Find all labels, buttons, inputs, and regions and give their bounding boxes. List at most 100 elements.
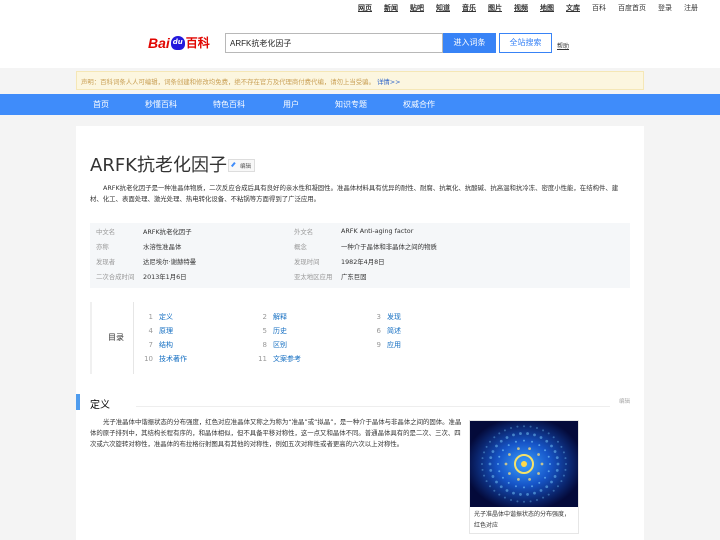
toc-number: 9: [376, 341, 381, 349]
toc-label-text: 解释: [273, 313, 287, 321]
toc-number: 3: [376, 313, 381, 321]
quasicrystal-image[interactable]: [470, 421, 578, 507]
top-link[interactable]: 地图: [540, 3, 554, 13]
toc-label-box: 目录: [92, 302, 134, 374]
section-marker: [76, 394, 80, 410]
toc-item[interactable]: 1 定义: [142, 312, 173, 322]
top-link[interactable]: 视频: [514, 3, 528, 13]
main-nav-items: 首页 秒懂百科 特色百科 用户 知识专题 权威合作: [93, 94, 463, 115]
article-card: ARFK抗老化因子 编辑 ARFK抗老化因子是一种准晶体物质，二次反应合成后具有…: [76, 126, 644, 540]
toc-number: 11: [258, 355, 267, 363]
baidu-baike-logo[interactable]: Bai 百科: [148, 34, 210, 51]
article-summary: ARFK抗老化因子是一种准晶体物质，二次反应合成后具有良好的亲水性和凝固性。准晶…: [90, 184, 619, 203]
top-link[interactable]: 注册: [684, 3, 698, 13]
info-value: 一种介于晶体和非晶体之间的物质: [341, 243, 437, 251]
toc-label-text: 发现: [387, 313, 401, 321]
search-input[interactable]: [225, 33, 443, 53]
toc-label: 目录: [108, 333, 124, 342]
info-key: 二次合成时间: [96, 273, 135, 281]
info-key: 概念: [294, 243, 307, 251]
toc-item[interactable]: 10 技术著作: [142, 354, 187, 364]
paw-icon: [170, 35, 185, 50]
top-link[interactable]: 登录: [658, 3, 672, 13]
toc-item[interactable]: 5 历史: [256, 326, 287, 336]
figure[interactable]: 光子准晶体中谐振状态的分布强度，红色对应: [469, 420, 579, 534]
section-divider: [136, 406, 610, 407]
info-key: 发现者: [96, 258, 116, 266]
info-key: 中文名: [96, 228, 116, 236]
main-nav-item[interactable]: 特色百科: [213, 94, 283, 115]
enter-entry-button[interactable]: 进入词条: [443, 33, 496, 53]
toc-number: 4: [148, 327, 153, 335]
section-edit-link[interactable]: 编辑: [619, 397, 630, 405]
main-nav-item[interactable]: 首页: [93, 94, 145, 115]
top-link[interactable]: 百科: [592, 3, 606, 13]
toc-label-text: 历史: [273, 327, 287, 335]
info-key: 亦称: [96, 243, 109, 251]
toc-number: 7: [148, 341, 153, 349]
main-nav-item[interactable]: 用户: [283, 94, 335, 115]
toc-item[interactable]: 2 解释: [256, 312, 287, 322]
info-value: 1982年4月8日: [341, 258, 385, 266]
info-value: 广东巨固: [341, 273, 367, 281]
main-nav-item[interactable]: 秒懂百科: [145, 94, 213, 115]
top-link[interactable]: 百度首页: [618, 3, 646, 13]
basic-info-box: 中文名 ARFK抗老化因子 外文名 ARFK Anti-aging factor 亦称 水…: [90, 223, 630, 288]
main-nav-item[interactable]: 权威合作: [403, 94, 463, 115]
help-link[interactable]: 帮助: [557, 41, 569, 50]
page-title: ARFK抗老化因子: [90, 155, 227, 176]
info-value: 达尼埃尔·谢赫特曼: [143, 258, 197, 266]
toc-label-text: 技术著作: [159, 355, 187, 363]
toc-label-text: 应用: [387, 341, 401, 349]
notice-text: 声明：百科词条人人可编辑，词条创建和修改均免费，绝不存在官方及代理商付费代编，请…: [81, 78, 375, 86]
logo-bai: Bai: [148, 34, 170, 51]
toc-number: 1: [148, 313, 153, 321]
toc-item[interactable]: 3 发现: [370, 312, 401, 322]
toc-label-text: 简述: [387, 327, 401, 335]
toc-number: 8: [262, 341, 267, 349]
toc-label-text: 区别: [273, 341, 287, 349]
toc-number: 10: [144, 355, 153, 363]
toc-item[interactable]: 7 结构: [142, 340, 173, 350]
top-link[interactable]: 新闻: [384, 3, 398, 13]
notice-detail-link[interactable]: 详情>>: [377, 78, 401, 86]
main-navigation: 首页 秒懂百科 特色百科 用户 知识专题 权威合作: [0, 94, 720, 115]
edit-button[interactable]: 编辑: [228, 159, 256, 172]
header: Bai 百科 进入词条 全站搜索 帮助: [0, 16, 720, 68]
section-title: 定义: [90, 400, 110, 411]
toc-item[interactable]: 11 文案参考: [256, 354, 301, 364]
table-of-contents: 目录 1 定义 2 解释 3 发现 4 原理 5 历史 6 简述 7 结构 8 区别 9 应用 10 技术著作 11 文案…: [90, 302, 630, 374]
toc-item[interactable]: 6 简述: [370, 326, 401, 336]
toc-label-text: 定义: [159, 313, 173, 321]
top-link[interactable]: 网页: [358, 3, 372, 13]
section-text: 光子准晶体中谐振状态的分布强度，红色对应准晶体又称之为称为“准晶”或“拟晶”，是…: [90, 418, 462, 448]
info-value: 2013年1月6日: [143, 273, 187, 281]
toc-item[interactable]: 9 应用: [370, 340, 401, 350]
edit-label: 编辑: [240, 163, 252, 170]
main-nav-item[interactable]: 知识专题: [335, 94, 403, 115]
toc-label-text: 结构: [159, 341, 173, 349]
info-key: 发现时间: [294, 258, 320, 266]
site-search-button[interactable]: 全站搜索: [499, 33, 552, 53]
top-link[interactable]: 贴吧: [410, 3, 424, 13]
info-value: ARFK抗老化因子: [143, 228, 192, 236]
top-link[interactable]: 文库: [566, 3, 580, 13]
top-link[interactable]: 知道: [436, 3, 450, 13]
toc-label-text: 原理: [159, 327, 173, 335]
figure-caption: 光子准晶体中谐振状态的分布强度，红色对应: [474, 511, 571, 529]
info-key: 外文名: [294, 228, 314, 236]
toc-label-text: 文案参考: [273, 355, 301, 363]
disclaimer-notice: 声明：百科词条人人可编辑，词条创建和修改均免费，绝不存在官方及代理商付费代编，请…: [76, 71, 644, 90]
top-link[interactable]: 图片: [488, 3, 502, 13]
info-value: 水溶性准晶体: [143, 243, 182, 251]
top-links: 网页 新闻 贴吧 知道 音乐 图片 视频 地图 文库 百科 百度首页 登录 注册: [346, 3, 698, 13]
toc-item[interactable]: 8 区别: [256, 340, 287, 350]
toc-number: 2: [262, 313, 267, 321]
toc-item[interactable]: 4 原理: [142, 326, 173, 336]
pencil-icon: [230, 161, 239, 170]
top-link[interactable]: 音乐: [462, 3, 476, 13]
logo-baike: 百科: [185, 36, 210, 50]
info-key: 亚太地区应用: [294, 273, 333, 281]
toc-number: 6: [376, 327, 381, 335]
top-navigation: 网页 新闻 贴吧 知道 音乐 图片 视频 地图 文库 百科 百度首页 登录 注册: [0, 0, 720, 16]
